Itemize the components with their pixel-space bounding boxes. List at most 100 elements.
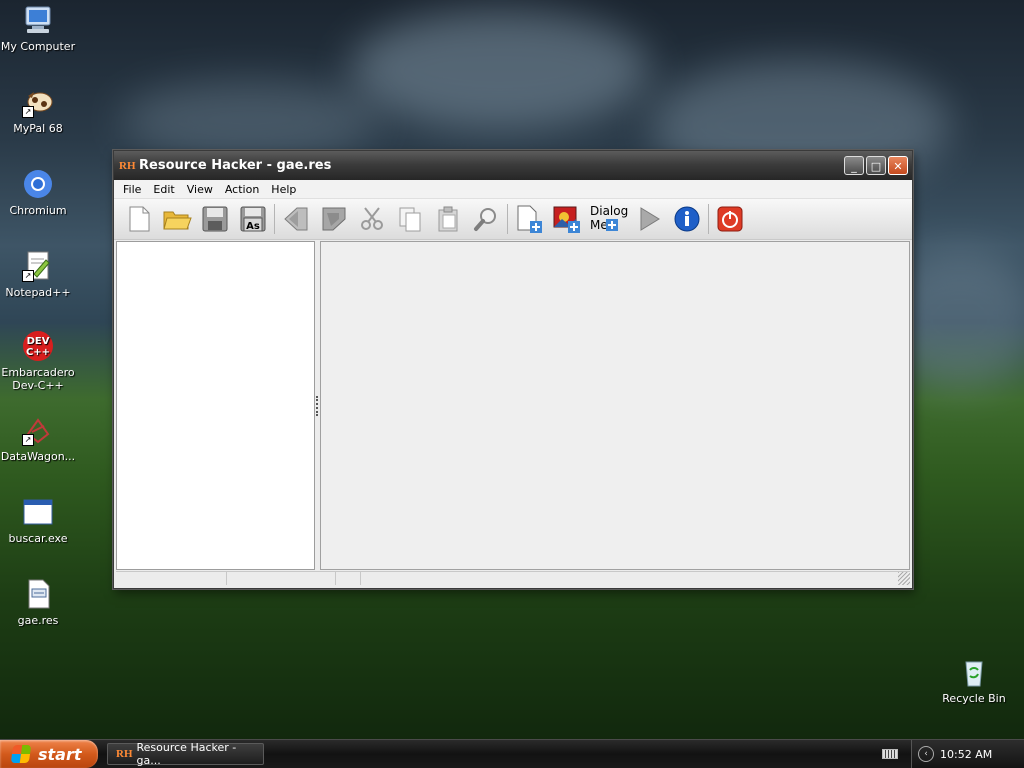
desktop-icon-chromium[interactable]: Chromium bbox=[0, 168, 76, 217]
resource-hacker-window[interactable]: RH Resource Hacker - gae.res _ □ ✕ File … bbox=[113, 150, 913, 589]
find-button[interactable] bbox=[467, 202, 505, 236]
status-cell bbox=[336, 572, 361, 585]
open-button[interactable] bbox=[158, 202, 196, 236]
desktop-icon-label: buscar.exe bbox=[8, 532, 68, 545]
svg-text:C++: C++ bbox=[26, 347, 50, 358]
notepad-plus-plus-icon: ↗ bbox=[22, 250, 54, 282]
resource-hacker-app-icon: RH bbox=[119, 159, 136, 172]
new-icon bbox=[129, 206, 150, 232]
menu-bar: File Edit View Action Help bbox=[114, 180, 912, 199]
paste-button[interactable] bbox=[429, 202, 467, 236]
desktop-icon-label: Chromium bbox=[9, 204, 67, 217]
desktop-icon-label: DataWagon... bbox=[0, 450, 76, 463]
start-label: start bbox=[38, 744, 82, 764]
toolbar-separator bbox=[708, 204, 709, 234]
shortcut-arrow-icon: ↗ bbox=[22, 434, 34, 446]
add-image-icon bbox=[553, 206, 580, 233]
datawagon-icon: ↗ bbox=[22, 414, 54, 446]
tray-expand-icon[interactable]: ‹ bbox=[918, 746, 934, 762]
back-arrow-icon bbox=[284, 207, 308, 231]
add-resource-icon bbox=[517, 205, 542, 233]
title-bar[interactable]: RH Resource Hacker - gae.res _ □ ✕ bbox=[114, 151, 912, 180]
desktop-icon-label: gae.res bbox=[17, 614, 59, 627]
desktop-icon-label: Embarcadero Dev-C++ bbox=[1, 366, 75, 392]
desktop-icon-label: Notepad++ bbox=[5, 286, 71, 299]
keyboard-icon[interactable] bbox=[882, 749, 898, 759]
windows-logo-icon bbox=[10, 745, 32, 763]
taskbar: start RH Resource Hacker - ga... ‹ 10:52… bbox=[0, 739, 1024, 768]
clock[interactable]: 10:52 AM bbox=[940, 748, 992, 761]
desktop-icon-recycle-bin[interactable]: Recycle Bin bbox=[936, 656, 1012, 705]
open-folder-icon bbox=[163, 211, 192, 230]
run-script-button[interactable] bbox=[630, 202, 668, 236]
desktop-icon-label: My Computer bbox=[0, 40, 76, 53]
desktop-icon-notepadpp[interactable]: ↗ Notepad++ bbox=[0, 250, 76, 299]
devcpp-icon: DEV C++ bbox=[22, 330, 54, 362]
cut-button[interactable] bbox=[353, 202, 391, 236]
taskbar-item-resource-hacker[interactable]: RH Resource Hacker - ga... bbox=[107, 741, 264, 767]
menu-file[interactable]: File bbox=[117, 183, 147, 196]
add-image-button[interactable] bbox=[548, 202, 586, 236]
back-button[interactable] bbox=[277, 202, 315, 236]
menu-action[interactable]: Action bbox=[219, 183, 265, 196]
save-as-button[interactable]: As bbox=[234, 202, 272, 236]
start-button[interactable]: start bbox=[0, 740, 98, 768]
svg-text:Me: Me bbox=[590, 218, 608, 232]
shortcut-arrow-icon: ↗ bbox=[22, 270, 34, 282]
menu-help[interactable]: Help bbox=[265, 183, 302, 196]
add-resource-button[interactable] bbox=[510, 202, 548, 236]
toolbar: As Dialog Me bbox=[114, 199, 912, 240]
cut-icon bbox=[361, 207, 383, 230]
info-button[interactable] bbox=[668, 202, 706, 236]
resize-grip-icon[interactable] bbox=[898, 572, 910, 585]
save-as-icon: As bbox=[240, 206, 266, 232]
window-title: Resource Hacker - gae.res bbox=[139, 158, 332, 173]
toolbar-separator bbox=[274, 204, 275, 234]
info-icon bbox=[674, 206, 700, 232]
system-tray: ‹ 10:52 AM bbox=[882, 740, 1024, 768]
mypal-icon: ↗ bbox=[22, 86, 54, 118]
copy-icon bbox=[399, 207, 421, 232]
desktop-icon-label: MyPal 68 bbox=[13, 122, 63, 135]
save-button[interactable] bbox=[196, 202, 234, 236]
dialog-menu-button[interactable]: Dialog Me bbox=[586, 202, 630, 236]
status-cell bbox=[116, 572, 227, 585]
desktop-icon-mypal[interactable]: ↗ MyPal 68 bbox=[0, 86, 76, 135]
menu-edit[interactable]: Edit bbox=[147, 183, 180, 196]
taskbar-item-label: Resource Hacker - ga... bbox=[136, 741, 237, 767]
application-window-icon bbox=[22, 496, 54, 528]
svg-text:DEV: DEV bbox=[27, 336, 50, 347]
run-script-icon bbox=[640, 207, 660, 231]
resource-file-icon bbox=[22, 578, 54, 610]
recycle-bin-icon bbox=[958, 656, 990, 688]
computer-icon bbox=[22, 4, 54, 36]
forward-button[interactable] bbox=[315, 202, 353, 236]
chromium-icon bbox=[22, 168, 54, 200]
minimize-button[interactable]: _ bbox=[844, 156, 864, 175]
desktop-icon-buscar[interactable]: buscar.exe bbox=[0, 496, 76, 545]
desktop-icon-my-computer[interactable]: My Computer bbox=[0, 4, 76, 53]
desktop-icon-gae-res[interactable]: gae.res bbox=[0, 578, 76, 627]
save-icon bbox=[202, 206, 228, 232]
copy-button[interactable] bbox=[391, 202, 429, 236]
find-icon bbox=[474, 208, 496, 231]
close-button[interactable]: ✕ bbox=[888, 156, 908, 175]
resource-tree-pane[interactable] bbox=[116, 241, 315, 570]
toolbar-separator bbox=[507, 204, 508, 234]
desktop-icon-devcpp[interactable]: DEV C++ Embarcadero Dev-C++ bbox=[0, 330, 76, 392]
desktop-icon-datawagon[interactable]: ↗ DataWagon... bbox=[0, 414, 76, 463]
status-bar bbox=[116, 571, 910, 587]
exit-button[interactable] bbox=[711, 202, 749, 236]
forward-arrow-icon bbox=[322, 207, 346, 231]
status-cell bbox=[227, 572, 336, 585]
shortcut-arrow-icon: ↗ bbox=[22, 106, 34, 118]
new-button[interactable] bbox=[120, 202, 158, 236]
menu-view[interactable]: View bbox=[181, 183, 219, 196]
paste-icon bbox=[438, 206, 458, 232]
resource-editor-pane[interactable] bbox=[320, 241, 910, 570]
maximize-button[interactable]: □ bbox=[866, 156, 886, 175]
svg-text:As: As bbox=[246, 221, 260, 232]
exit-icon bbox=[717, 206, 743, 232]
svg-text:Dialog: Dialog bbox=[590, 204, 628, 218]
desktop-icon-label: Recycle Bin bbox=[942, 692, 1006, 705]
